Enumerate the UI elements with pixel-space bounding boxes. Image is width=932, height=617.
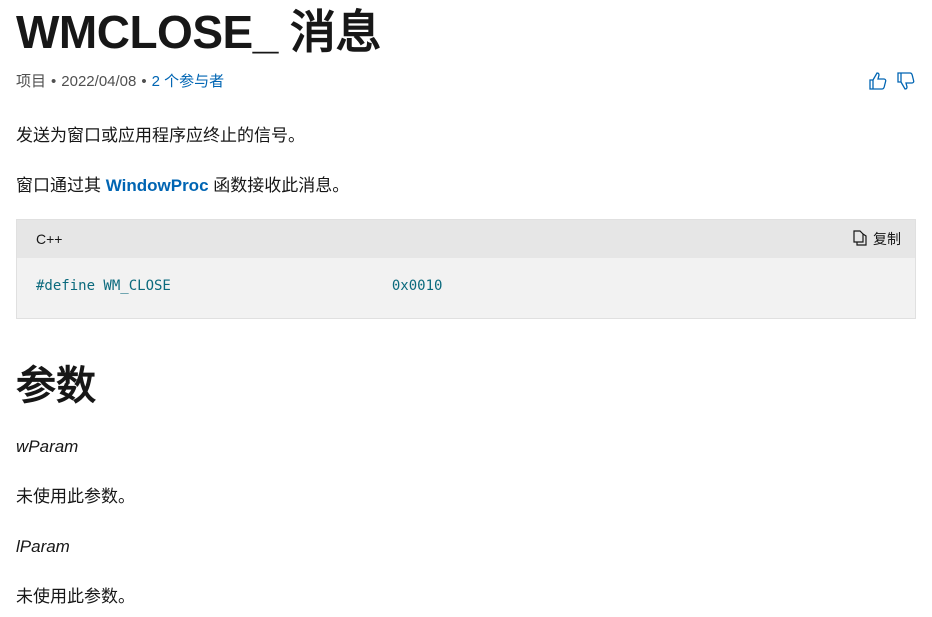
page-title: WMCLOSE_ 消息 [16,6,382,58]
feedback [868,71,916,91]
code-value: 0x0010 [391,278,443,294]
text: 窗口通过其 [16,176,106,195]
receive-description: 窗口通过其 WindowProc 函数接收此消息。 [16,174,349,198]
code-define: #define WM_CLOSE [36,278,171,294]
lparam-description: 未使用此参数。 [16,587,135,606]
copy-button[interactable]: 复制 [853,229,901,249]
windowproc-link[interactable]: WindowProc [106,176,209,195]
article-metadata: 项目 • 2022/04/08 • 2 个参与者 [16,72,224,92]
thumbs-up-icon[interactable] [868,71,888,91]
lparam-name: lParam [16,537,70,556]
text: 函数接收此消息。 [208,176,350,195]
code-content: #define WM_CLOSE 0x0010 [17,258,915,314]
parameters-heading: 参数 [16,364,96,408]
code-language: C++ [36,231,63,247]
copy-label: 复制 [873,231,901,247]
contributors-link[interactable]: 2 个参与者 [152,73,225,90]
separator: • [51,73,57,90]
wparam-name: wParam [16,437,79,456]
separator: • [141,73,147,90]
copy-icon [853,229,867,249]
article-date: 2022/04/08 [61,73,137,90]
thumbs-down-icon[interactable] [896,71,916,91]
description: 发送为窗口或应用程序应终止的信号。 [16,126,305,145]
code-header: C++ 复制 [17,220,915,258]
wparam-description: 未使用此参数。 [16,487,135,506]
article-type: 项目 [16,73,47,90]
code-block: C++ 复制 #define WM_CLOSE 0x0010 [16,219,916,319]
